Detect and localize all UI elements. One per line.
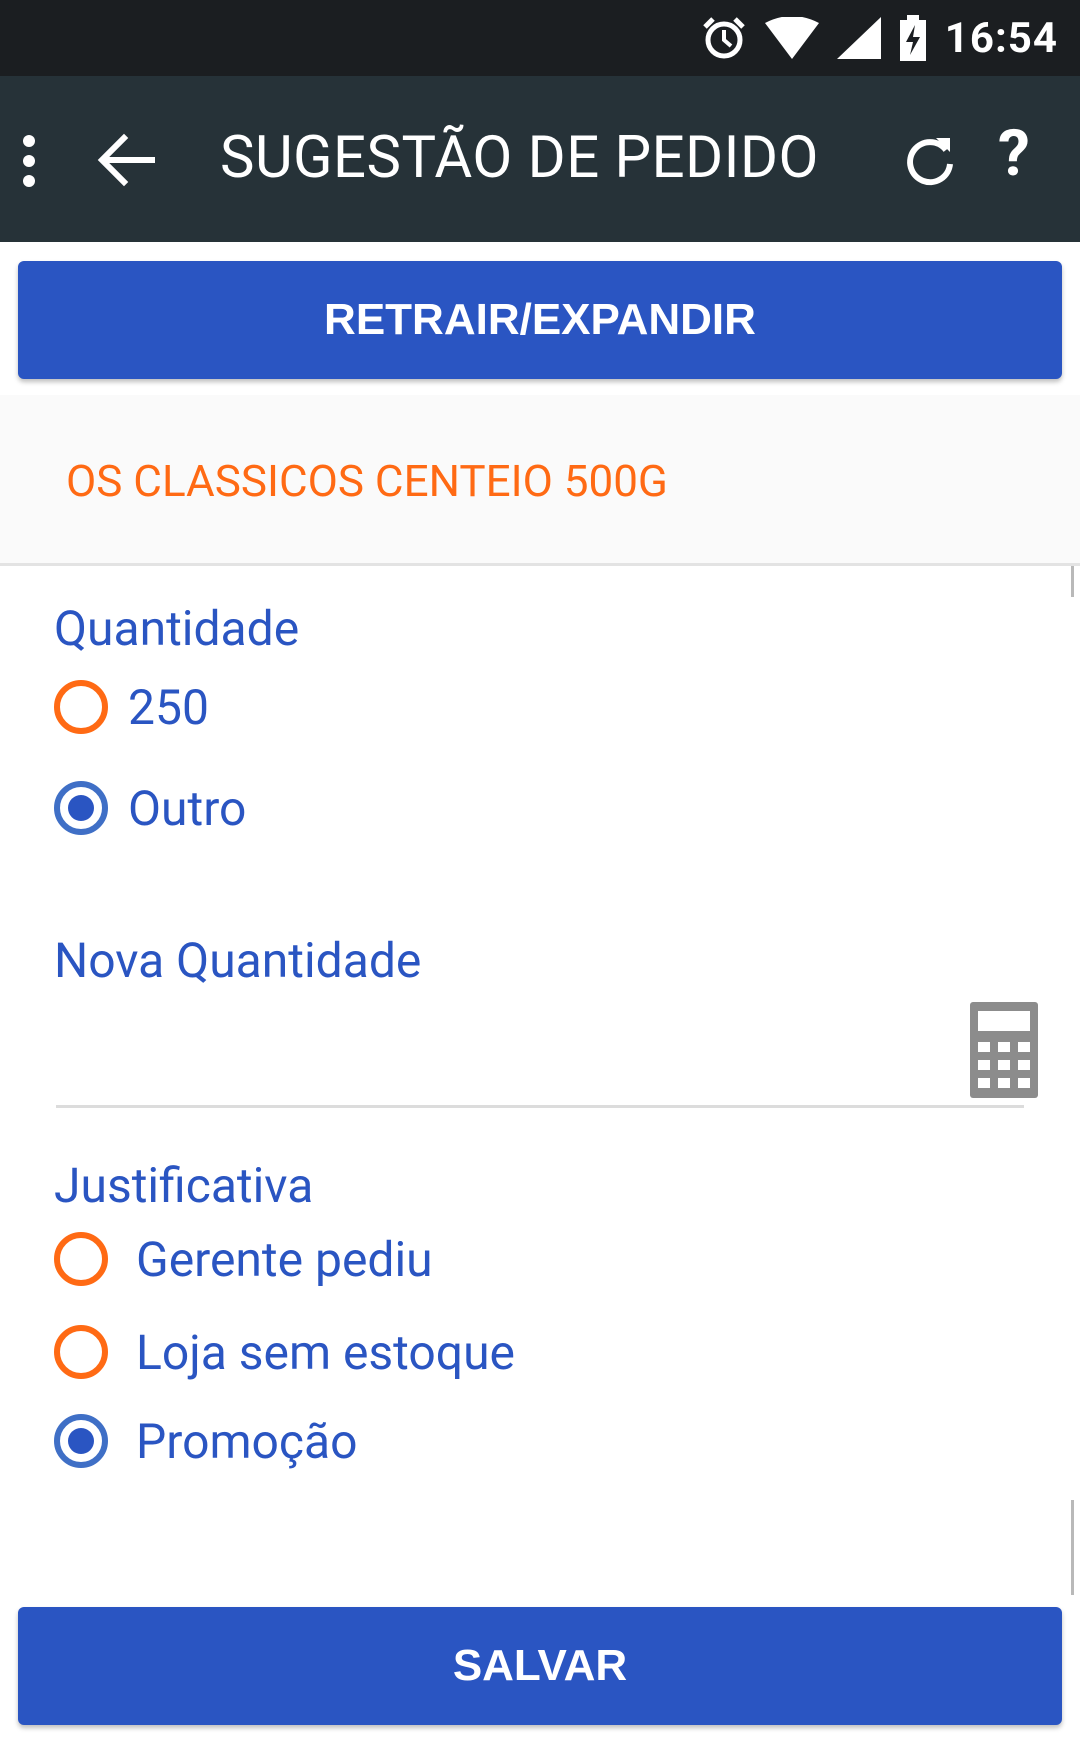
quantity-title: Quantidade [54,600,300,657]
status-bar: 16:54 [0,0,1080,76]
calculator-icon[interactable] [970,1002,1038,1098]
product-card[interactable]: OS CLASSICOS CENTEIO 500G [0,395,1080,566]
radio-label: Outro [128,779,247,837]
help-icon[interactable]: ? [998,116,1030,191]
justification-title: Justificativa [54,1157,314,1214]
refresh-icon[interactable] [902,132,958,188]
justification-option-loja-sem-estoque[interactable]: Loja sem estoque [54,1317,515,1387]
new-quantity-title: Nova Quantidade [54,932,422,989]
justification-option-gerente-pediu[interactable]: Gerente pediu [54,1224,433,1294]
radio-button-selected[interactable] [54,1414,108,1468]
radio-label: 250 [128,678,209,736]
justification-option-promocao[interactable]: Promoção [54,1406,358,1476]
radio-button[interactable] [54,1325,108,1379]
radio-button[interactable] [54,680,108,734]
new-quantity-underline [56,1105,1024,1108]
save-button[interactable]: SALVAR [18,1607,1062,1725]
radio-label: Promoção [136,1412,358,1470]
back-arrow-icon[interactable] [96,132,156,188]
app-bar: SUGESTÃO DE PEDIDO ? [0,76,1080,242]
radio-button[interactable] [54,1232,108,1286]
radio-button-selected[interactable] [54,781,108,835]
quantity-option-outro[interactable]: Outro [54,773,246,843]
product-name: OS CLASSICOS CENTEIO 500G [66,455,668,507]
new-quantity-input[interactable] [56,1002,956,1102]
page-title: SUGESTÃO DE PEDIDO [220,124,819,192]
signal-icon [836,17,881,59]
radio-label: Gerente pediu [136,1230,433,1288]
alarm-icon [702,17,745,59]
status-time: 16:54 [944,13,1058,63]
wifi-icon [764,17,819,59]
status-bar-icons: 16:54 [701,0,1058,76]
retract-expand-button[interactable]: RETRAIR/EXPANDIR [18,261,1062,379]
overflow-menu-icon[interactable] [18,134,40,188]
content-panel: RETRAIR/EXPANDIR OS CLASSICOS CENTEIO 50… [0,242,1080,1755]
radio-label: Loja sem estoque [136,1323,515,1381]
scrollbar-bottom[interactable] [1071,1500,1074,1595]
quantity-option-250[interactable]: 250 [54,672,209,742]
battery-charging-icon [899,15,926,61]
